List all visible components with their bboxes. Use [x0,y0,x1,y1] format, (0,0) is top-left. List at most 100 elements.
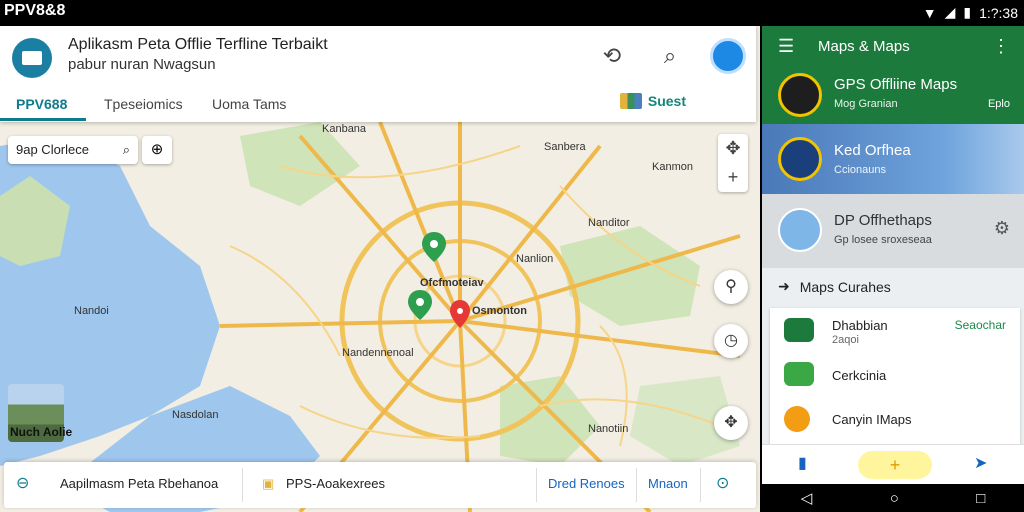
card-ked-orfhea[interactable]: Ked Orfhea Ccionauns [762,124,1024,194]
tab-bar: PPV688 Tpeseiomics Uoma Tams Suest [0,88,756,122]
share-arrow-icon[interactable]: ➤ [974,453,987,473]
directions-button[interactable]: ✥ [714,406,748,440]
tab-tpeseiomics[interactable]: Tpeseiomics [104,96,183,112]
search-icon[interactable]: ⌕ [652,38,688,74]
map-label-nanotiin: Nanotiin [588,423,628,435]
map-label-nandoi: Nandoi [74,305,109,317]
bookmark-icon[interactable]: ▮ [798,453,807,473]
clock-icon: ◷ [724,332,738,349]
map-label-nanlion: Nanlion [516,253,553,265]
list-item[interactable]: Canyin IMaps [770,398,1020,442]
bottom-bar: ⊖ Aapilmasm Peta Rbehanoa ▣ PPS-Aoakexre… [4,462,756,508]
divider [242,468,243,502]
map-label-nasdolan: Nasdolan [172,409,218,421]
back-icon[interactable]: ⊖ [16,473,29,493]
android-nav-bar: ◁ ○ □ [762,484,1024,512]
tab-indicator [0,118,86,121]
app-subtitle: pabur nuran Nwagsun [68,56,216,73]
back-arrow-icon[interactable]: ➜ [778,278,790,295]
card-subtitle: Mog Granian [834,98,898,110]
location-icon[interactable]: ⊙ [716,473,729,493]
folder-icon: ▣ [262,476,275,491]
card-title: Ked Orfhea [834,142,911,159]
compass-logo-icon [778,73,822,117]
card-subtitle: Gp losee sroxeseaa [834,234,932,246]
status-bar: PPV8&8 ▼ ◢ ▮ 1:?:38 [0,0,1024,26]
card-title: DP Offhethaps [834,212,932,229]
map-label-nandennenoal: Nandennenoal [342,347,414,359]
section-maps-curahes: ➜ Maps Curahes [778,278,891,295]
suggest-button[interactable]: Suest [619,93,686,109]
pin-button[interactable]: ⚲ [714,270,748,304]
tab-ppv688[interactable]: PPV688 [16,96,67,112]
top-actions: ⟲ ⌕ [594,38,746,74]
battery-icon: ▮ [963,4,972,20]
status-left-text: PPV8&8 [4,2,66,19]
drawer-header: ☰ Maps & Maps ⋮ [762,26,1024,66]
app-title: Aplikasm Peta Offlie Terfline Terbaikt [68,36,328,53]
status-icons: ▼ ◢ ▮ 1:?:38 [923,4,1018,21]
map-label-osmonton: Osmonton [472,305,527,317]
map-label-kanbana: Kanbana [322,123,367,135]
target-icon: ⊕ [150,141,164,158]
divider [636,468,637,502]
section-title: Maps Curahes [799,278,891,295]
globe-icon [778,137,822,181]
card-gps-offline-maps[interactable]: GPS Offliine Maps Mog Granian Eplo [762,66,1024,124]
card-subtitle: Ccionauns [834,164,886,176]
refresh-icon [784,318,814,342]
map-search-box[interactable]: 9ap Clorlece ⌕ [8,136,138,164]
app-header-card: Aplikasm Peta Offlie Terfline Terbaikt p… [0,26,756,122]
nav-home-icon[interactable]: ○ [890,490,899,507]
signal-icon: ◢ [944,4,956,20]
bottom-item-aplikasi[interactable]: Aapilmasm Peta Rbehanoa [60,476,218,491]
map-label-sanbera: Sanbera [544,141,586,153]
maps-list: Dhabbian 2aqoi Seaochar Cerkcinia Canyin… [770,308,1020,444]
zoom-control: ✥ + [718,134,748,192]
gear-icon[interactable]: ⚙ [994,218,1010,239]
add-button[interactable]: + [858,451,932,479]
books-icon [619,93,642,109]
list-item-title: Cerkcinia [832,368,887,383]
nav-recents-icon[interactable]: □ [976,490,985,507]
pin-icon: ⚲ [725,278,737,295]
directions-icon: ✥ [724,414,738,431]
list-item-subtitle: 2aqoi [832,334,859,346]
status-time: 1:?:38 [979,4,1018,21]
search-icon: ⌕ [122,142,130,157]
list-item[interactable]: Cerkcinia [770,354,1020,398]
list-item-action[interactable]: Seaochar [955,318,1006,332]
card-dp-offhethaps[interactable]: DP Offhethaps Gp losee sroxeseaa ⚙ [762,194,1024,268]
locate-button[interactable]: ⊕ [142,136,172,164]
avatar[interactable] [710,38,746,74]
history-button[interactable]: ◷ [714,324,748,358]
share-icon[interactable]: ⟲ [594,38,630,74]
wifi-icon: ▼ [922,4,937,21]
card-title: GPS Offliine Maps [834,76,958,93]
bottom-item-dred[interactable]: Dred Renoes [548,476,625,491]
thumbnail-label: Nuch Aolie [10,425,73,439]
app-window: Kanbana Sanbera Kanmon Nanditor Nanlion … [0,26,760,512]
suggest-label: Suest [647,93,686,109]
divider [700,468,701,502]
list-item[interactable]: Dhabbian 2aqoi Seaochar [770,310,1020,354]
map-label-nanditor: Nanditor [588,217,630,229]
compass-icon[interactable]: ✥ [718,134,748,163]
nav-back-icon[interactable]: ◁ [801,489,813,507]
bottom-item-mnaon[interactable]: Mnaon [648,476,688,491]
map-label-kanmon: Kanmon [652,161,693,173]
tab-uoma-tams[interactable]: Uoma Tams [212,96,286,112]
coin-icon [784,406,810,432]
menu-icon[interactable]: ☰ [778,36,794,57]
more-icon[interactable]: ⋮ [992,36,1010,57]
bottom-item-pps[interactable]: PPS-Aoakexrees [286,476,385,491]
list-item-title: Canyin IMaps [832,412,912,427]
map-search-text: 9ap Clorlece [16,142,89,157]
zoom-in-button[interactable]: + [718,163,748,192]
list-item-title: Dhabbian [832,318,888,333]
drawer-bottom-bar: ▮ + ➤ [762,444,1024,484]
card-right-text: Eplo [987,98,1010,110]
map-icon [784,362,814,386]
divider [536,468,537,502]
app-logo-icon[interactable] [12,38,52,78]
